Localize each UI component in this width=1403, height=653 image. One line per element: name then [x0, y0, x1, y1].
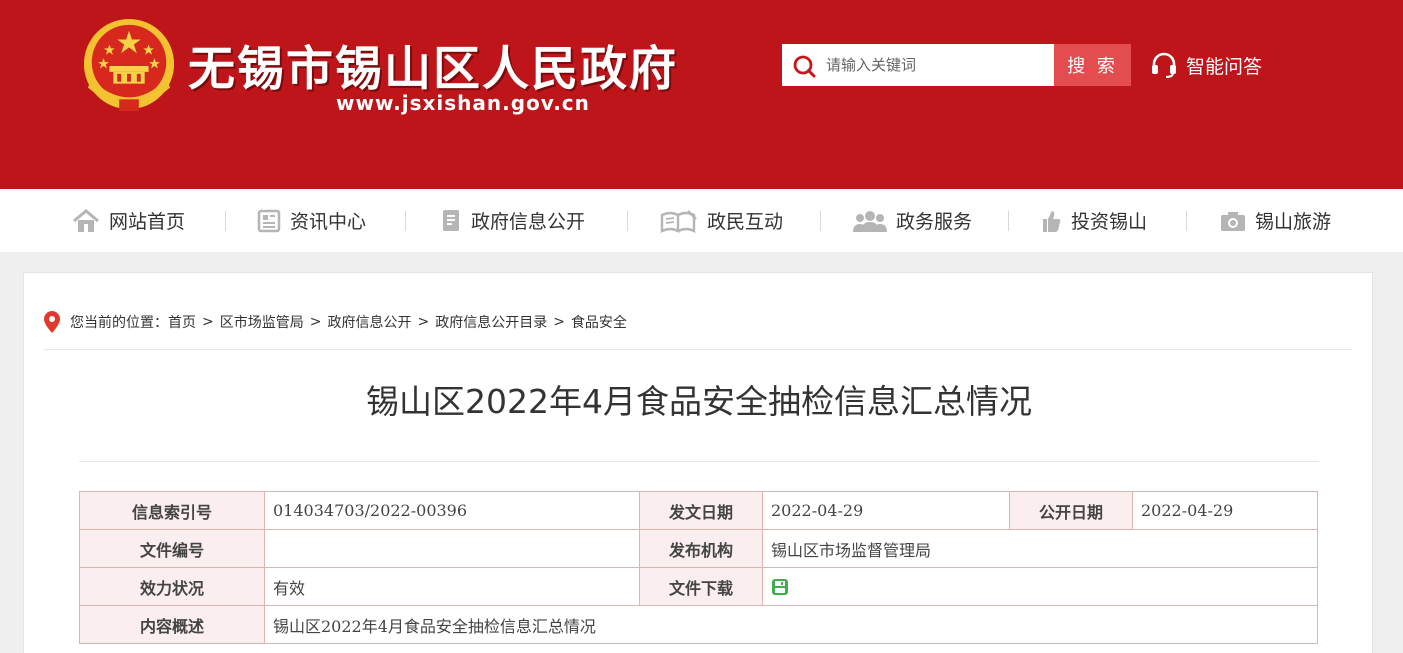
interaction-icon	[660, 209, 697, 233]
nav-item-label: 锡山旅游	[1255, 211, 1332, 233]
meta-issue-date-value: 2022-04-29	[762, 491, 1010, 530]
meta-publisher-value: 锡山区市场监督管理局	[762, 529, 1318, 568]
breadcrumb-separator: >	[553, 314, 565, 330]
breadcrumb-food-safety[interactable]: 食品安全	[571, 312, 627, 332]
nav-item-interaction[interactable]: 政民互动	[660, 189, 783, 252]
article-title: 锡山区2022年4月食品安全抽检信息汇总情况	[366, 382, 1032, 421]
nav-divider	[1008, 211, 1009, 231]
nav-item-label: 投资锡山	[1071, 211, 1148, 233]
meta-summary-value: 锡山区2022年4月食品安全抽检信息汇总情况	[264, 605, 1318, 644]
nav-divider	[1186, 211, 1187, 231]
content-card: 您当前的位置： 首页 > 区市场监管局 > 政府信息公开 > 政府信息公开目录 …	[23, 272, 1373, 653]
meta-download-cell	[762, 567, 1318, 606]
meta-label: 信息索引号	[79, 491, 265, 530]
nav-item-investment[interactable]: 投资锡山	[1042, 189, 1147, 252]
service-icon	[853, 210, 887, 232]
breadcrumb-prefix: 您当前的位置：	[70, 315, 168, 331]
table-row: 信息索引号 014034703/2022-00396 发文日期 2022-04-…	[79, 491, 1318, 530]
download-file-icon[interactable]	[771, 578, 789, 596]
meta-label: 公开日期	[1009, 491, 1133, 530]
camera-icon	[1221, 211, 1245, 231]
smart-qa-link[interactable]: 智能问答	[1150, 50, 1262, 80]
meta-label: 内容概述	[79, 605, 265, 644]
meta-public-date-value: 2022-04-29	[1132, 491, 1318, 530]
nav-item-label: 政府信息公开	[471, 211, 586, 233]
breadcrumb-separator: >	[202, 314, 214, 330]
nav-divider	[627, 211, 628, 231]
meta-validity-value: 有效	[264, 567, 640, 606]
nav-item-home[interactable]: 网站首页	[72, 189, 185, 252]
breadcrumb-market-bureau[interactable]: 区市场监管局	[220, 312, 304, 332]
nav-item-label: 政务服务	[896, 211, 973, 233]
table-row: 效力状况 有效 文件下载	[79, 567, 1318, 606]
news-icon	[257, 209, 281, 232]
search-icon	[793, 55, 816, 78]
search-input[interactable]	[826, 44, 1046, 86]
table-row: 文件编号 发布机构 锡山区市场监督管理局	[79, 529, 1318, 568]
main-nav: 网站首页 资讯中心 政府信息公开 政民互动 政务服务 投资锡山 锡山旅游	[0, 189, 1403, 252]
search-button[interactable]: 搜 索	[1054, 44, 1131, 86]
breadcrumb-home[interactable]: 首页	[168, 312, 196, 332]
location-pin-icon	[44, 311, 60, 333]
nav-item-gov-info[interactable]: 政府信息公开	[440, 189, 585, 252]
nav-item-news[interactable]: 资讯中心	[257, 189, 366, 252]
nav-divider	[820, 211, 821, 231]
national-emblem-icon	[83, 18, 175, 112]
nav-divider	[225, 211, 226, 231]
meta-label: 文件编号	[79, 529, 265, 568]
table-row: 内容概述 锡山区2022年4月食品安全抽检信息汇总情况	[79, 605, 1318, 644]
meta-index-value: 014034703/2022-00396	[264, 491, 640, 530]
meta-label: 效力状况	[79, 567, 265, 606]
divider	[79, 461, 1319, 462]
breadcrumb-separator: >	[309, 314, 322, 330]
meta-label: 文件下载	[639, 567, 763, 606]
investment-icon	[1043, 210, 1061, 232]
document-icon	[443, 209, 459, 231]
site-header: 无锡市锡山区人民政府 www.jsxishan.gov.cn 搜 索 智能问答	[0, 0, 1403, 189]
divider	[44, 349, 1352, 350]
breadcrumb-gov-info-catalog[interactable]: 政府信息公开目录	[435, 312, 547, 332]
nav-divider	[405, 211, 406, 231]
breadcrumb-gov-info[interactable]: 政府信息公开	[327, 312, 411, 332]
breadcrumb-separator: >	[417, 314, 430, 330]
nav-item-label: 网站首页	[109, 211, 186, 233]
site-url: www.jsxishan.gov.cn	[336, 91, 590, 115]
nav-item-label: 资讯中心	[290, 211, 367, 233]
nav-item-tourism[interactable]: 锡山旅游	[1220, 189, 1331, 252]
meta-doc-no-value	[264, 529, 640, 568]
breadcrumb: 您当前的位置： 首页 > 区市场监管局 > 政府信息公开 > 政府信息公开目录 …	[44, 311, 627, 333]
headset-icon	[1152, 52, 1176, 78]
nav-item-label: 政民互动	[707, 211, 784, 233]
search-box	[782, 44, 1054, 86]
nav-item-service[interactable]: 政务服务	[853, 189, 972, 252]
home-icon	[73, 208, 99, 232]
site-title: 无锡市锡山区人民政府	[188, 42, 678, 97]
meta-label: 发文日期	[639, 491, 763, 530]
document-meta-table: 信息索引号 014034703/2022-00396 发文日期 2022-04-…	[79, 491, 1318, 644]
smart-qa-label: 智能问答	[1186, 55, 1263, 78]
meta-label: 发布机构	[639, 529, 763, 568]
